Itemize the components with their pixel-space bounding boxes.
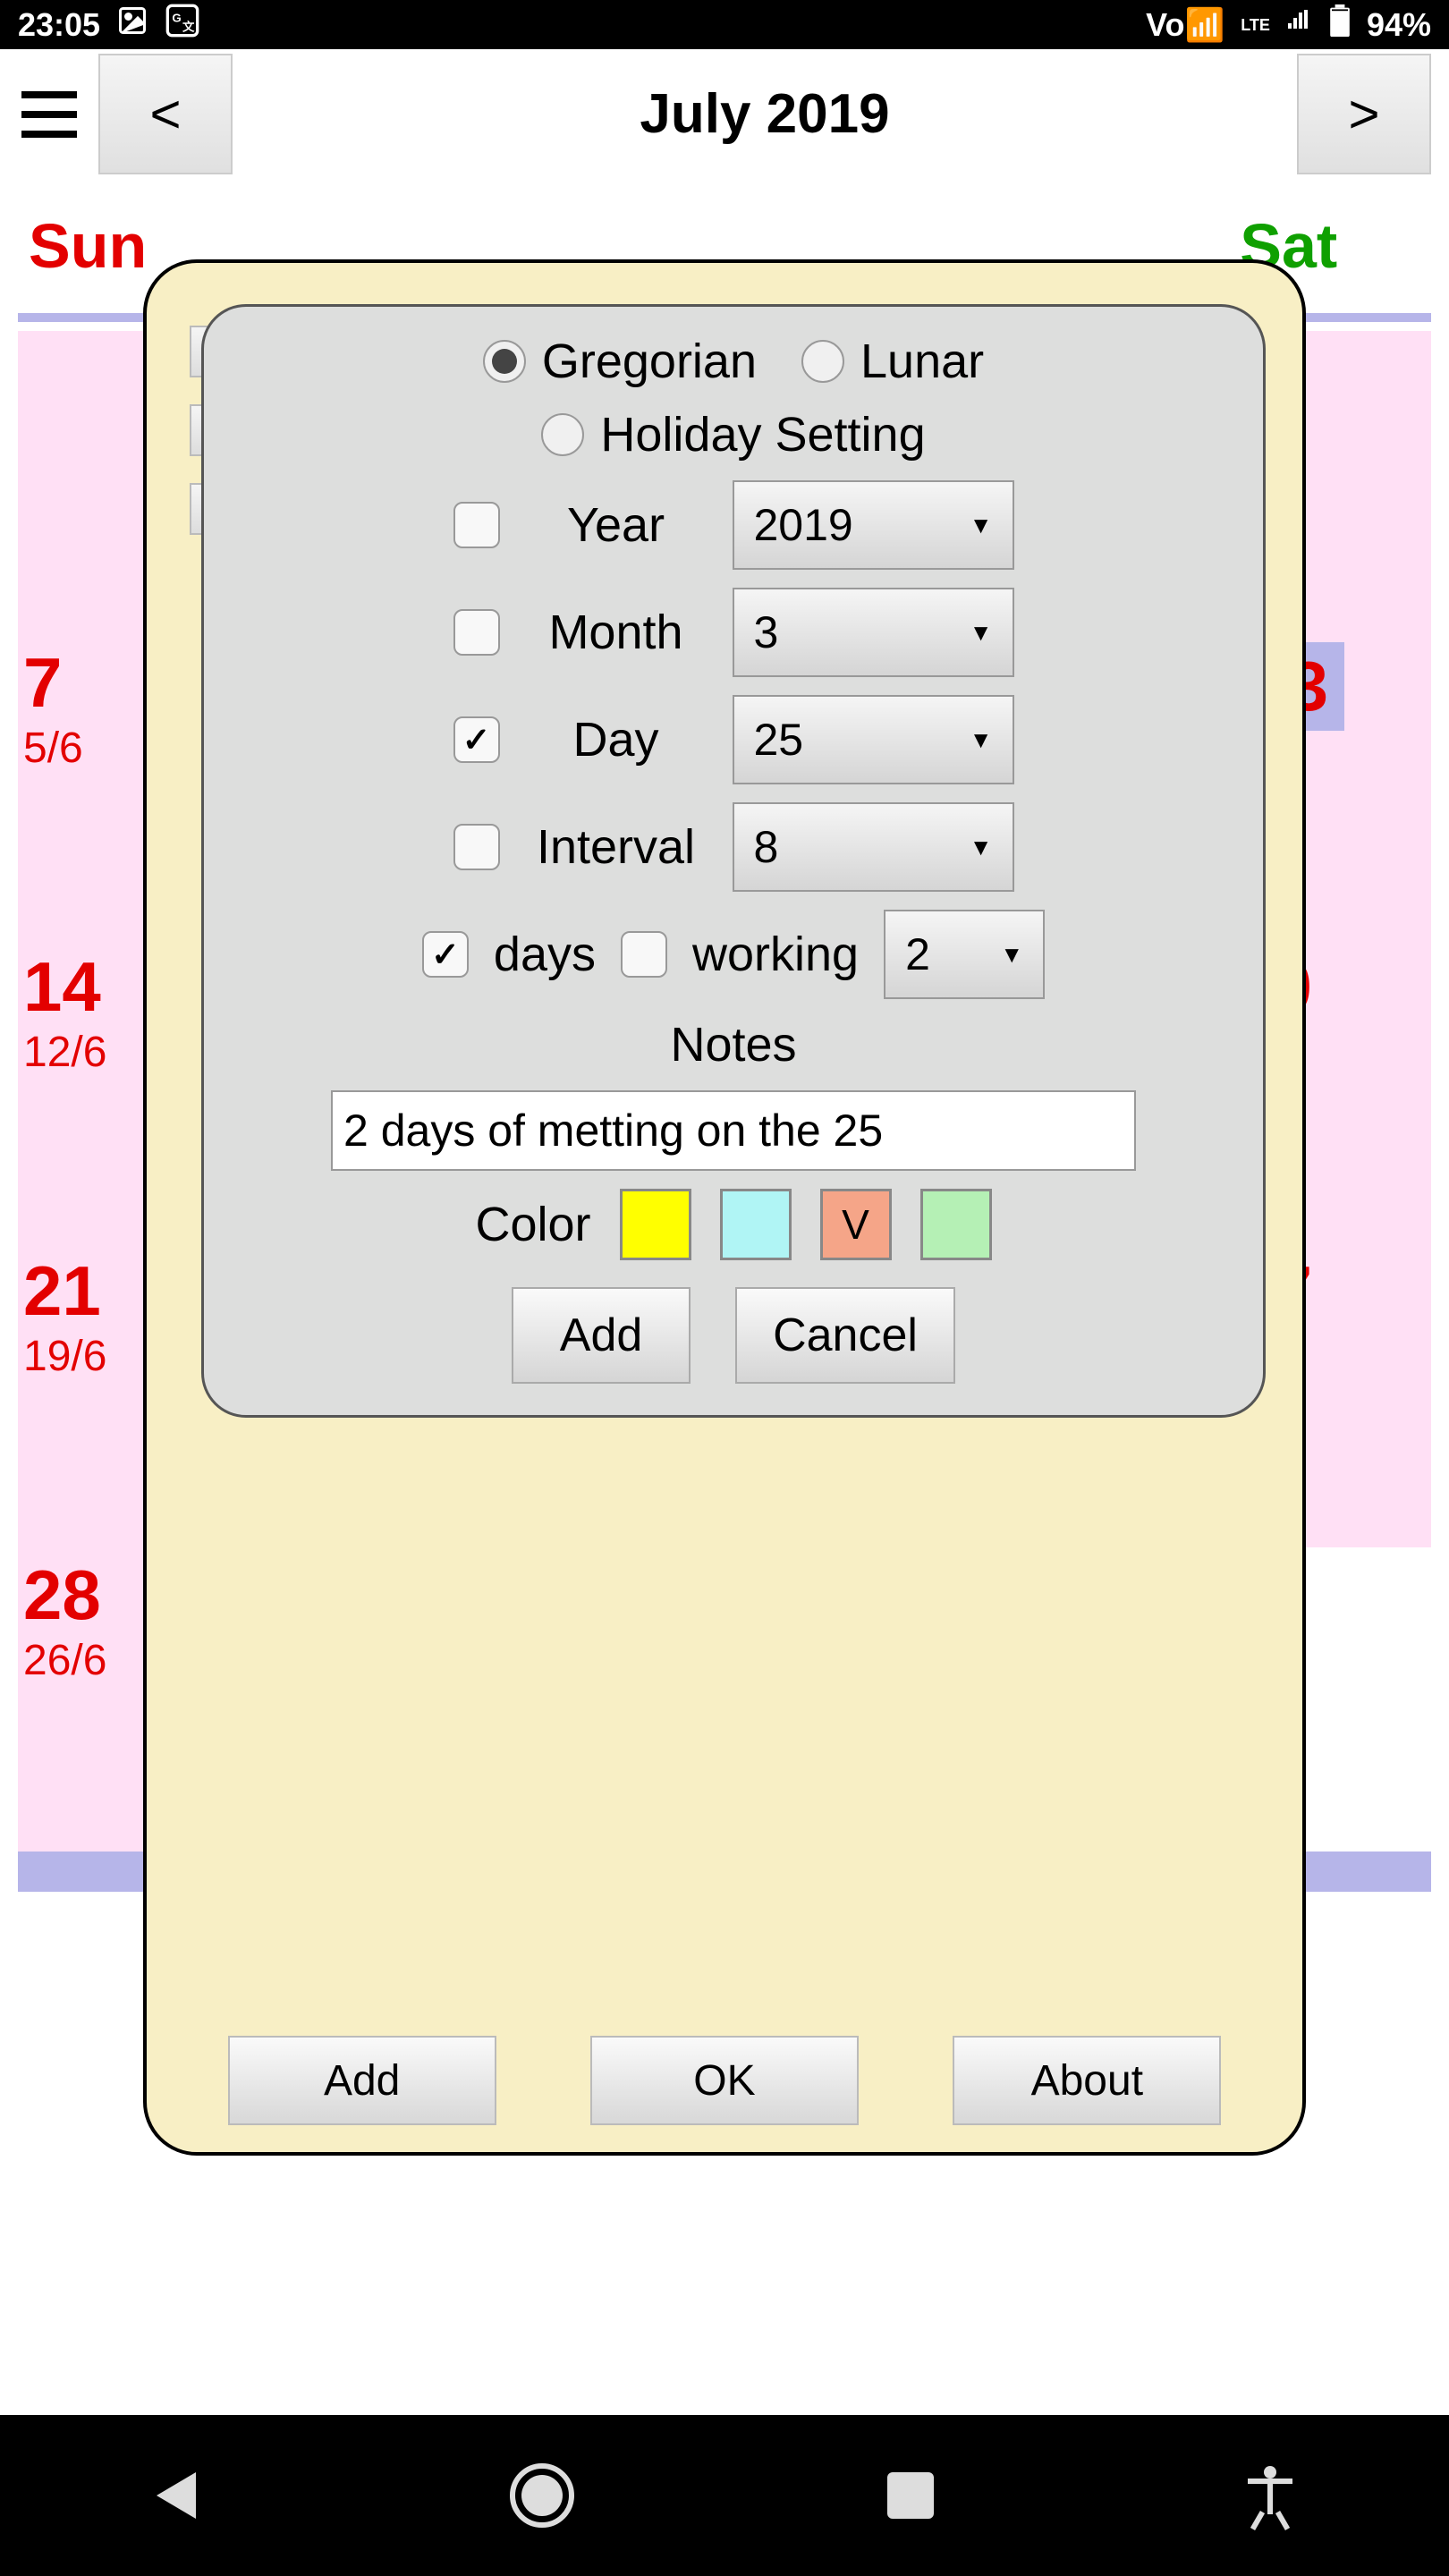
chevron-down-icon: ▼	[970, 512, 993, 539]
radio-icon	[483, 340, 526, 383]
inner-add-button[interactable]: Add	[512, 1287, 691, 1384]
color-swatch-green[interactable]	[920, 1189, 992, 1260]
days-label: days	[494, 927, 596, 982]
day-select[interactable]: 25▼	[733, 695, 1014, 784]
working-label: working	[692, 927, 859, 982]
recents-icon[interactable]	[887, 2472, 934, 2519]
radio-lunar[interactable]: Lunar	[801, 334, 984, 389]
inner-cancel-button[interactable]: Cancel	[735, 1287, 955, 1384]
working-select[interactable]: 2▼	[884, 910, 1045, 999]
event-dialog: Gregorian Lunar Holiday Setting Year 201…	[201, 304, 1266, 1418]
home-icon[interactable]	[510, 2463, 574, 2528]
year-select[interactable]: 2019▼	[733, 480, 1014, 570]
chevron-down-icon: ▼	[970, 834, 993, 861]
status-time: 23:05	[18, 6, 100, 44]
menu-icon[interactable]	[18, 83, 80, 146]
lte-icon: LTE	[1241, 17, 1270, 33]
working-checkbox[interactable]	[621, 931, 667, 978]
system-navbar	[0, 2415, 1449, 2576]
color-label: Color	[475, 1197, 590, 1252]
color-swatch-orange[interactable]: V	[820, 1189, 892, 1260]
outer-about-button[interactable]: About	[953, 2036, 1221, 2125]
svg-text:G: G	[172, 12, 181, 25]
interval-checkbox[interactable]	[453, 824, 500, 870]
outer-add-button[interactable]: Add	[228, 2036, 496, 2125]
color-swatch-cyan[interactable]	[720, 1189, 792, 1260]
battery-icon	[1329, 4, 1351, 45]
accessibility-icon[interactable]	[1248, 2473, 1292, 2518]
radio-icon	[541, 413, 584, 456]
status-bar: 23:05 G文 Vo⁠📶 LTE 94%	[0, 0, 1449, 49]
color-swatch-yellow[interactable]	[620, 1189, 691, 1260]
radio-gregorian[interactable]: Gregorian	[483, 334, 757, 389]
day-label: Day	[527, 712, 706, 767]
app-header: < July 2019 >	[0, 49, 1449, 179]
svg-text:文: 文	[182, 20, 195, 34]
interval-label: Interval	[527, 819, 706, 875]
chevron-down-icon: ▼	[1000, 941, 1023, 969]
year-label: Year	[527, 497, 706, 553]
interval-select[interactable]: 8▼	[733, 802, 1014, 892]
days-checkbox[interactable]	[422, 931, 469, 978]
battery-percent: 94%	[1367, 6, 1431, 44]
back-icon[interactable]	[157, 2472, 196, 2519]
month-checkbox[interactable]	[453, 609, 500, 656]
signal-icon	[1286, 6, 1313, 44]
radio-holiday[interactable]: Holiday Setting	[541, 407, 925, 462]
chevron-down-icon: ▼	[970, 726, 993, 754]
month-select[interactable]: 3▼	[733, 588, 1014, 677]
next-month-button[interactable]: >	[1297, 54, 1431, 174]
outer-ok-button[interactable]: OK	[590, 2036, 859, 2125]
prev-month-button[interactable]: <	[98, 54, 233, 174]
chevron-down-icon: ▼	[970, 619, 993, 647]
notes-input[interactable]: 2 days of metting on the 25	[331, 1090, 1136, 1171]
year-checkbox[interactable]	[453, 502, 500, 548]
month-title: July 2019	[250, 82, 1279, 146]
radio-icon	[801, 340, 844, 383]
translate-icon: G文	[165, 3, 200, 47]
notes-label: Notes	[670, 1017, 796, 1072]
picture-icon	[116, 4, 148, 45]
day-checkbox[interactable]	[453, 716, 500, 763]
vowifi-icon: Vo⁠📶	[1146, 6, 1224, 44]
month-label: Month	[527, 605, 706, 660]
